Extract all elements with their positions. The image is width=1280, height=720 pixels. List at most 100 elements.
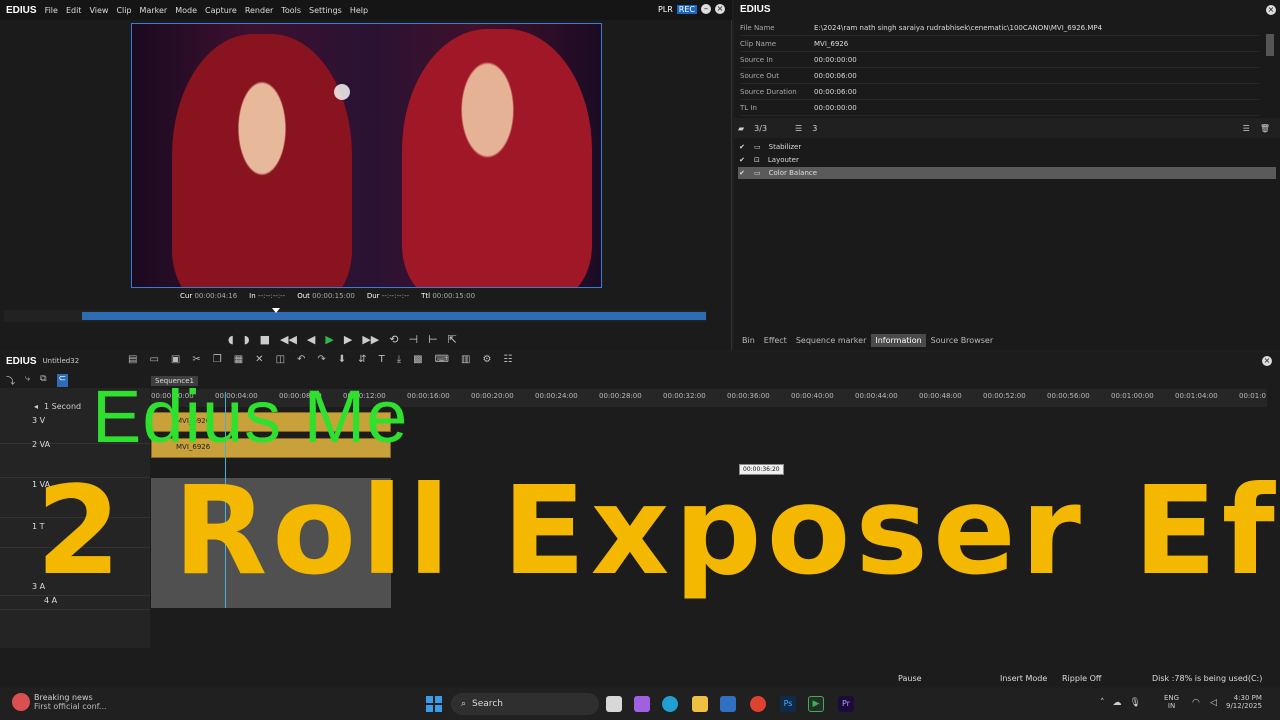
chevron-up-icon[interactable]: ˄	[1100, 698, 1105, 708]
render-icon[interactable]: ▩	[413, 354, 422, 365]
scale-left-icon[interactable]: ◂	[34, 402, 38, 411]
news-widget[interactable]: Breaking news First official conf...	[34, 693, 107, 711]
step-forward-icon[interactable]: ▶	[344, 333, 352, 346]
effect-row-color-balance[interactable]: ✔ ▭ Color Balance	[738, 167, 1276, 179]
status-insert-mode[interactable]: Insert Mode	[1000, 674, 1047, 683]
mixer-icon[interactable]: ⇵	[358, 354, 366, 365]
fast-forward-icon[interactable]: ▶▶	[362, 333, 379, 346]
rec-label[interactable]: REC	[676, 4, 697, 14]
microphone-icon[interactable]: 🎙	[1130, 698, 1141, 708]
sync-icon[interactable]: ⊂	[56, 374, 69, 387]
windows-start-icon[interactable]	[426, 696, 442, 712]
checkbox[interactable]: ✔	[738, 156, 746, 164]
grid-icon[interactable]: ▥	[461, 354, 470, 365]
timeline-toolbar: ▤ ▭ ▣ ✂ ❐ ▦ ✕ ◫ ↶ ↷ ⬇ ⇵ T ⤓ ▩ ⌨ ▥ ⚙ ☷	[128, 354, 512, 365]
plr-label[interactable]: PLR	[658, 5, 673, 14]
link-icon[interactable]: ⧉	[40, 374, 46, 387]
keyboard-icon[interactable]: ⌨	[435, 354, 449, 365]
settings-icon[interactable]: ⚙	[482, 354, 491, 365]
rewind-icon[interactable]: ◀◀	[280, 333, 297, 346]
seek-range[interactable]	[82, 312, 706, 320]
insert-icon[interactable]: ⊣	[408, 333, 418, 346]
tab-effect[interactable]: Effect	[760, 334, 791, 347]
chrome-icon[interactable]	[750, 696, 766, 712]
menu-capture[interactable]: Capture	[205, 6, 237, 15]
info-key: Clip Name	[740, 39, 777, 48]
scale-control[interactable]: ◂ 1 Second	[34, 402, 81, 411]
list-icon[interactable]: ☰	[1243, 124, 1250, 133]
cur-label: Cur	[180, 292, 193, 300]
status-ripple[interactable]: Ripple Off	[1062, 674, 1101, 683]
effect-row-layouter[interactable]: ✔ ⊡ Layouter	[738, 154, 1276, 166]
edius-taskbar-icon[interactable]: ▶	[808, 696, 824, 712]
menu-marker[interactable]: Marker	[140, 6, 168, 15]
marker-icon[interactable]: ⬇	[338, 354, 346, 365]
tab-bin[interactable]: Bin	[738, 334, 759, 347]
save-icon[interactable]: ▣	[171, 354, 180, 365]
store-icon[interactable]	[720, 696, 736, 712]
import-icon[interactable]: ⤓	[397, 354, 401, 365]
open-icon[interactable]: ▭	[149, 354, 158, 365]
copilot-icon[interactable]	[634, 696, 650, 712]
set-in-icon[interactable]: ◖	[228, 333, 234, 346]
menu-mode[interactable]: Mode	[175, 6, 197, 15]
track-tool-icon[interactable]: ⤵	[6, 374, 15, 387]
language-indicator[interactable]: ENG IN	[1164, 694, 1179, 710]
menu-settings[interactable]: Settings	[309, 6, 342, 15]
file-explorer-icon[interactable]	[692, 696, 708, 712]
cut-icon[interactable]: ✂	[192, 354, 200, 365]
overlay-title-line2: 2 Roll Exposer Effect	[36, 460, 1280, 602]
menu-clip[interactable]: Clip	[116, 6, 131, 15]
taskbar-search[interactable]: ⌕ Search	[451, 693, 599, 715]
loop-icon[interactable]: ⟲	[389, 333, 398, 346]
clock[interactable]: 4:30 PM 9/12/2025	[1226, 694, 1262, 710]
track-tool-icon[interactable]: ⤷	[25, 374, 30, 387]
checkbox[interactable]: ✔	[738, 169, 746, 177]
effect-row-stabilizer[interactable]: ✔ ▭ Stabilizer	[738, 141, 1276, 153]
tab-information[interactable]: Information	[871, 334, 926, 347]
premiere-icon[interactable]: Pr	[838, 696, 854, 712]
volume-icon[interactable]: ◁	[1210, 698, 1217, 708]
paste-icon[interactable]: ▦	[234, 354, 243, 365]
task-view-icon[interactable]	[606, 696, 622, 712]
copy-icon[interactable]: ❐	[213, 354, 222, 365]
menu-tools[interactable]: Tools	[281, 6, 301, 15]
ruler-tick-label: 00:00:20:00	[471, 392, 514, 400]
photoshop-icon[interactable]: Ps	[780, 696, 796, 712]
delete-icon[interactable]: 🗑	[1260, 124, 1270, 133]
export-icon[interactable]: ⇱	[448, 333, 457, 346]
list-icon[interactable]: ☷	[503, 354, 512, 365]
checkbox[interactable]: ✔	[738, 143, 746, 151]
set-out-icon[interactable]: ◗	[244, 333, 250, 346]
stop-icon[interactable]: ■	[260, 333, 270, 346]
menu-help[interactable]: Help	[350, 6, 368, 15]
title-icon[interactable]: T	[379, 354, 385, 365]
effect-icon: ⊡	[754, 156, 760, 164]
close-icon[interactable]: ×	[1262, 356, 1272, 366]
redo-icon[interactable]: ↷	[317, 354, 325, 365]
minimize-icon[interactable]: –	[701, 4, 711, 14]
tab-source-browser[interactable]: Source Browser	[927, 334, 997, 347]
menu-view[interactable]: View	[89, 6, 108, 15]
seek-marker-icon[interactable]	[272, 308, 280, 313]
overwrite-icon[interactable]: ⊢	[428, 333, 438, 346]
close-icon[interactable]: ×	[1266, 5, 1276, 15]
menu-render[interactable]: Render	[245, 6, 273, 15]
cloud-icon[interactable]: ☁	[1113, 698, 1122, 708]
info-scrollbar[interactable]	[1266, 34, 1274, 56]
delete-icon[interactable]: ✕	[255, 354, 263, 365]
menu-edit[interactable]: Edit	[66, 6, 82, 15]
undo-icon[interactable]: ↶	[297, 354, 305, 365]
close-icon[interactable]: ×	[715, 4, 725, 14]
replace-icon[interactable]: ◫	[276, 354, 285, 365]
sequence-icon[interactable]: ▤	[128, 354, 137, 365]
date-label: 9/12/2025	[1226, 702, 1262, 710]
news-icon[interactable]	[12, 693, 30, 711]
step-back-icon[interactable]: ◀	[307, 333, 315, 346]
tab-sequence-marker[interactable]: Sequence marker	[792, 334, 871, 347]
edge-icon[interactable]	[662, 696, 678, 712]
plr-rec-switch[interactable]: PLR REC – ×	[658, 4, 725, 14]
network-icon[interactable]: ◠	[1192, 698, 1200, 708]
play-icon[interactable]: ▶	[325, 333, 333, 346]
menu-file[interactable]: File	[45, 6, 58, 15]
